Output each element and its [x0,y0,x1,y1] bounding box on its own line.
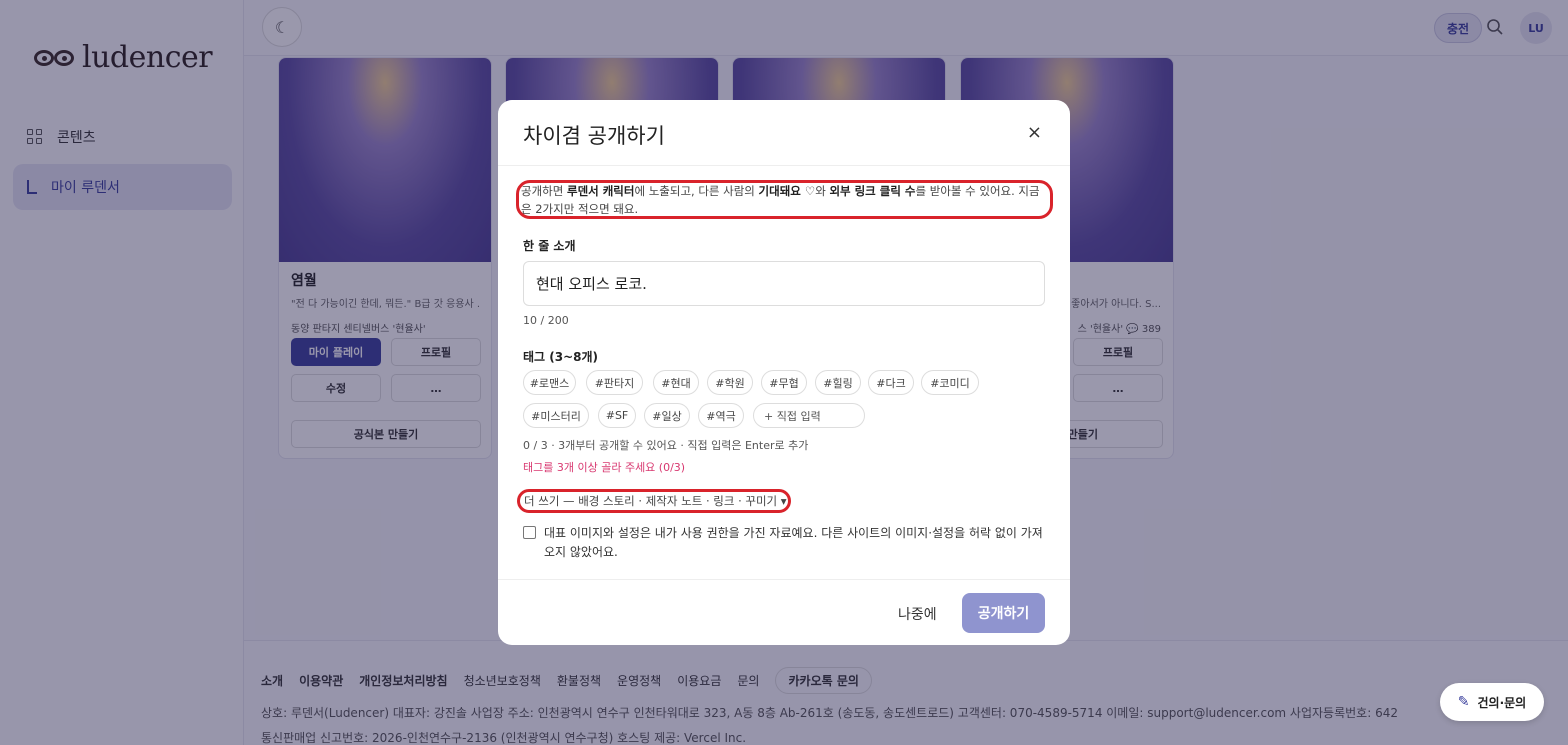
notice-bold: 외부 링크 클릭 수 [829,184,916,198]
notice-text: 에 노출되고, 다른 사람의 [634,184,759,198]
tags-hint: 0 / 3 · 3개부터 공개할 수 있어요 · 직접 입력은 Enter로 추… [523,439,809,452]
tag-chip[interactable]: #학원 [707,370,753,395]
tag-chip[interactable]: #판타지 [586,370,643,395]
later-button[interactable]: 나중에 [898,604,937,624]
intro-label: 한 줄 소개 [523,239,576,253]
publish-notice: 공개하면 루덴서 캐릭터에 노출되고, 다른 사람의 기대돼요 ♡와 외부 링크… [521,182,1041,218]
notice-bold: 기대돼요 ♡ [758,184,816,198]
consent-label[interactable]: 대표 이미지와 설정은 내가 사용 권한을 가진 자료예요. 다른 사이트의 이… [544,524,1044,562]
modal-footer: 나중에 공개하기 [498,579,1070,645]
consent-checkbox[interactable] [523,526,536,539]
tag-chip[interactable]: #코미디 [921,370,979,395]
feedback-button[interactable]: ✎ 건의·문의 [1440,683,1544,721]
intro-value: 현대 오피스 로코. [536,275,647,293]
more-options-toggle[interactable]: 더 쓰기 — 배경 스토리 · 제작자 노트 · 링크 · 꾸미기 ▾ [524,493,787,509]
modal-title: 차이겸 공개하기 [523,124,665,148]
tag-chip[interactable]: #무협 [761,370,807,395]
tag-chip[interactable]: #로맨스 [523,370,576,395]
tag-chip[interactable]: #현대 [653,370,699,395]
custom-tag-input[interactable]: + 직접 입력 [753,403,865,428]
intro-counter: 10 / 200 [523,314,569,327]
tag-chip[interactable]: #힐링 [815,370,861,395]
notice-text: 와 [815,184,830,198]
feedback-label: 건의·문의 [1477,695,1527,710]
publish-button[interactable]: 공개하기 [962,593,1045,633]
tag-chip[interactable]: #다크 [868,370,914,395]
modal-header: 차이겸 공개하기 × [498,100,1070,166]
pencil-icon: ✎ [1457,694,1470,710]
publish-modal: 차이겸 공개하기 × 공개하면 루덴서 캐릭터에 노출되고, 다른 사람의 기대… [498,100,1070,645]
tags-error: 태그를 3개 이상 골라 주세요 (0/3) [523,461,686,474]
tag-chip[interactable]: #미스터리 [523,403,589,428]
intro-input[interactable]: 현대 오피스 로코. [523,261,1045,306]
tags-label: 태그 (3~8개) [523,350,599,364]
tag-chip[interactable]: #역극 [698,403,744,428]
notice-text: 공개하면 [521,184,567,198]
close-icon[interactable]: × [1027,122,1042,143]
notice-bold: 루덴서 캐릭터 [566,184,635,198]
tag-chip[interactable]: #SF [598,403,636,428]
tag-chip[interactable]: #일상 [644,403,690,428]
